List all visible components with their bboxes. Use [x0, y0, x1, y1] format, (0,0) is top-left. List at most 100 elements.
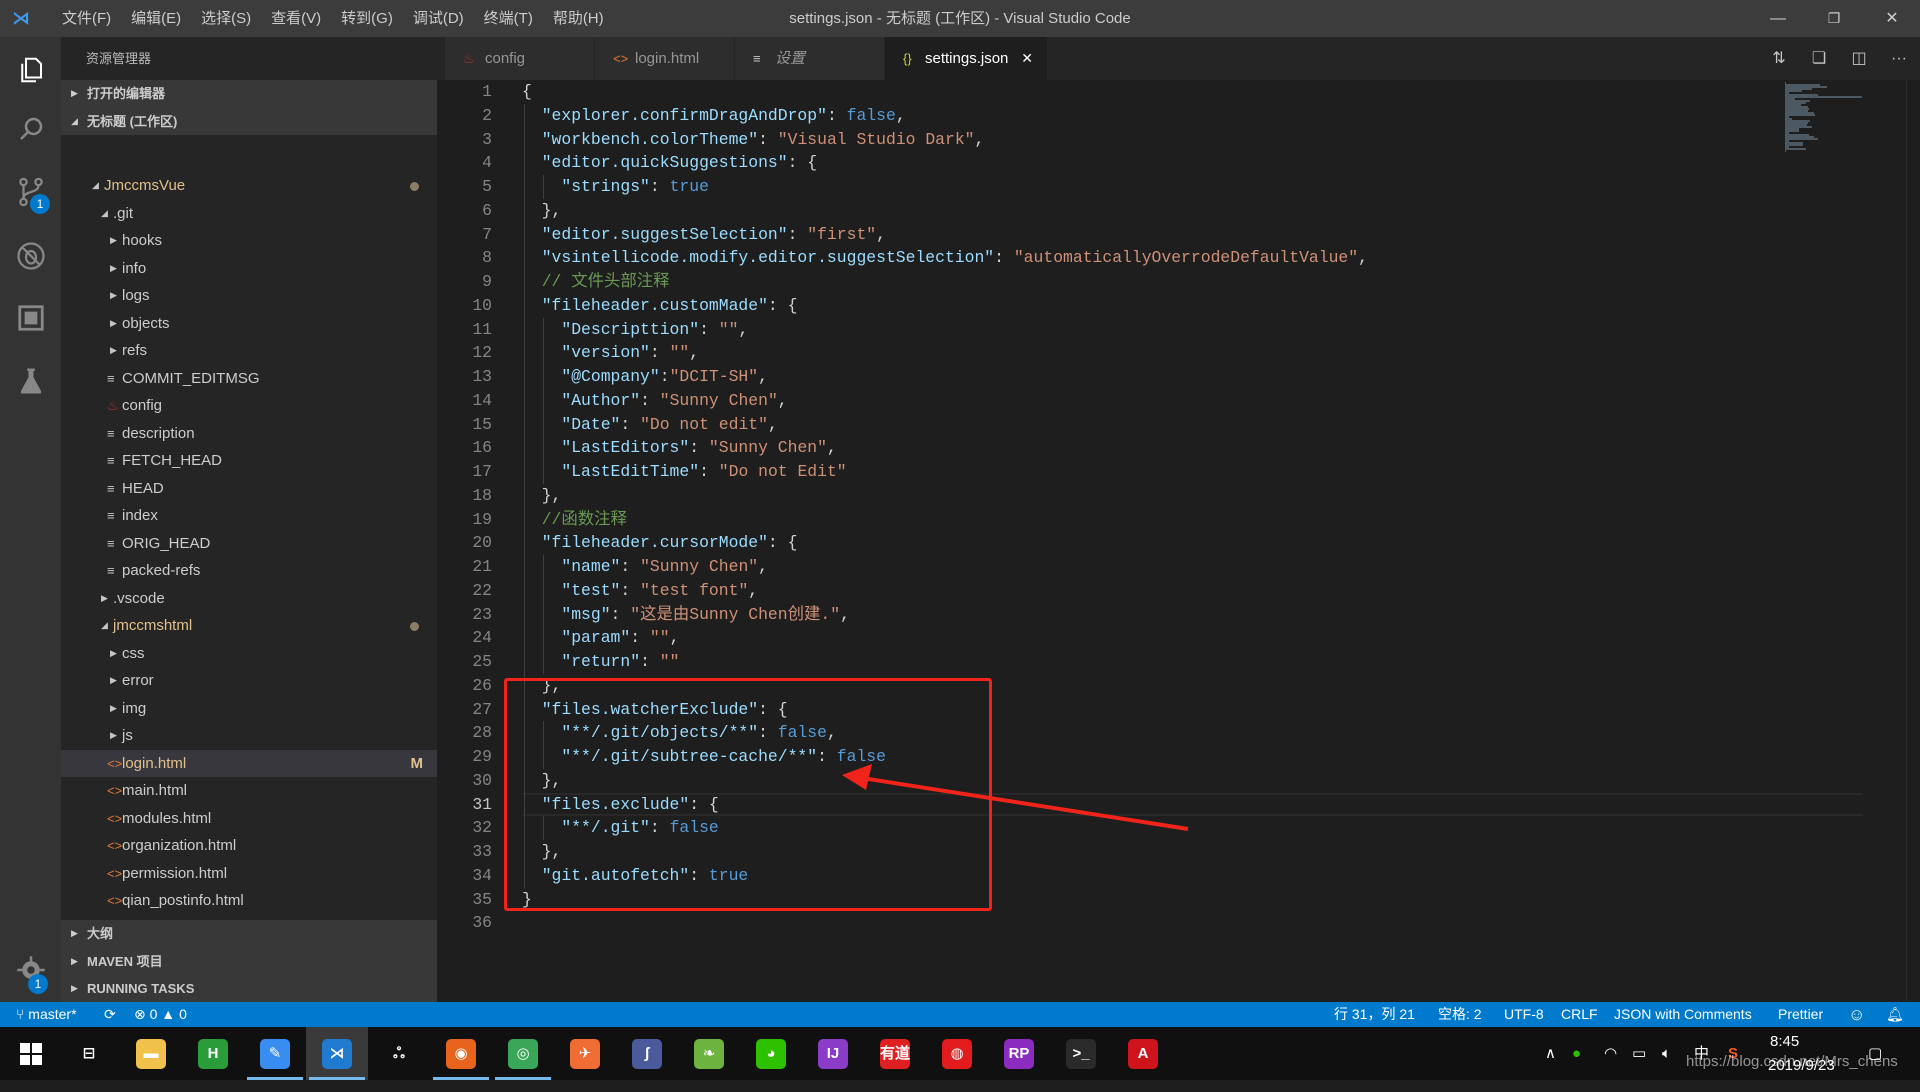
workspace-section[interactable]: ◢ 无标题 (工作区)	[61, 107, 437, 135]
collapsed-section[interactable]: ▶ RUNNING TASKS	[61, 975, 437, 1003]
tree-file[interactable]: ≡ COMMIT_EDITMSG	[61, 365, 437, 393]
feedback-smiley-icon[interactable]: ☺	[1848, 1002, 1865, 1027]
menu-item[interactable]: 文件(F)	[52, 0, 121, 37]
tree-folder[interactable]: ▶ objects	[61, 310, 437, 338]
menu-item[interactable]: 选择(S)	[191, 0, 261, 37]
taskbar-app-pdf-reader[interactable]: A	[1112, 1027, 1174, 1080]
tree-file[interactable]: <> modules.html	[61, 805, 437, 833]
action-center-icon[interactable]: ▢	[1868, 1027, 1882, 1080]
tree-item-label: modules.html	[122, 809, 212, 827]
tree-folder[interactable]: ▶ js	[61, 722, 437, 750]
menu-item[interactable]: 查看(V)	[261, 0, 331, 37]
sync-icon[interactable]: ⟳	[104, 1002, 116, 1027]
tree-file[interactable]: <> organization.html	[61, 832, 437, 860]
code-token: :	[758, 129, 778, 149]
split-editor-icon[interactable]: ◫	[1847, 47, 1871, 71]
collapsed-section[interactable]: ▶ 大纲	[61, 920, 437, 948]
tree-folder[interactable]: ▶ refs	[61, 337, 437, 365]
taskbar-app-vscode[interactable]: ⋊	[306, 1027, 368, 1080]
test-flask-icon[interactable]	[0, 353, 61, 409]
code-token: "Date"	[561, 414, 621, 434]
editor-tab[interactable]: ≡ 设置	[735, 37, 885, 80]
settings-gear-icon[interactable]: 1	[0, 942, 61, 998]
close-window-button[interactable]: ✕	[1864, 0, 1920, 37]
tree-folder[interactable]: ▶ .vscode	[61, 585, 437, 613]
battery-icon[interactable]: ▭	[1632, 1027, 1646, 1080]
taskbar-app-hbuilder[interactable]: H	[182, 1027, 244, 1080]
editor-tab[interactable]: {} settings.json ✕	[885, 37, 1048, 80]
minimize-button[interactable]: —	[1750, 0, 1806, 37]
taskbar-app-wechat[interactable]: ◕	[740, 1027, 802, 1080]
collapsed-section[interactable]: ▶ MAVEN 项目	[61, 947, 437, 975]
taskbar-app-notes[interactable]: ✎	[244, 1027, 306, 1080]
code-token: "这是由Sunny Chen创建."	[630, 604, 841, 624]
tree-file[interactable]: ≡ description	[61, 420, 437, 448]
branch-indicator[interactable]: ⑂ master*	[16, 1002, 77, 1027]
taskbar-app-intellij[interactable]: IJ	[802, 1027, 864, 1080]
open-settings-file-icon[interactable]: ❏	[1807, 47, 1831, 71]
explorer-icon[interactable]	[0, 42, 61, 98]
taskbar-app-axure-rp[interactable]: RP	[988, 1027, 1050, 1080]
tree-file[interactable]: ≡ FETCH_HEAD	[61, 447, 437, 475]
cursor-position[interactable]: 行 31，列 21	[1334, 1002, 1415, 1027]
wifi-icon[interactable]: ◠	[1604, 1027, 1617, 1080]
search-icon[interactable]	[0, 101, 61, 157]
tree-folder[interactable]: ▶ img	[61, 695, 437, 723]
tree-folder[interactable]: ◢ .git	[61, 200, 437, 228]
tree-file[interactable]: <> main.html	[61, 777, 437, 805]
more-actions-icon[interactable]: ···	[1887, 47, 1911, 71]
tree-file[interactable]: ≡ ORIG_HEAD	[61, 530, 437, 558]
tree-file[interactable]: ≡ HEAD	[61, 475, 437, 503]
taskbar-app-file-explorer[interactable]: ▬	[120, 1027, 182, 1080]
open-editors-section[interactable]: ▶ 打开的编辑器	[61, 80, 437, 108]
taskbar-app-postman[interactable]: ✈	[554, 1027, 616, 1080]
menu-item[interactable]: 编辑(E)	[121, 0, 191, 37]
tree-file[interactable]: <> permission.html	[61, 860, 437, 888]
tree-file[interactable]: <> qian_postinfo.html	[61, 887, 437, 915]
start-button[interactable]	[0, 1027, 62, 1080]
menu-item[interactable]: 帮助(H)	[543, 0, 614, 37]
wechat-tray-icon[interactable]: ●	[1572, 1027, 1581, 1080]
problems-indicator[interactable]: ⊗ 0 ▲ 0	[134, 1002, 187, 1027]
taskbar-app-navicat[interactable]: ஃ	[368, 1027, 430, 1080]
tree-folder[interactable]: ▶ hooks	[61, 227, 437, 255]
tree-folder[interactable]: ◢ jmccmshtml	[61, 612, 437, 640]
menu-item[interactable]: 调试(D)	[403, 0, 474, 37]
minimap[interactable]	[1785, 82, 1875, 152]
taskbar-app-spring-tool[interactable]: ❧	[678, 1027, 740, 1080]
encoding[interactable]: UTF-8	[1504, 1002, 1544, 1027]
restore-button[interactable]: ❐	[1806, 0, 1862, 37]
tree-folder[interactable]: ◢ JmccmsVue	[61, 172, 437, 200]
taskbar-app-youdao[interactable]: 有道	[864, 1027, 926, 1080]
tree-folder[interactable]: ▶ css	[61, 640, 437, 668]
notifications-bell-icon[interactable]: 🔔︎	[1886, 1002, 1904, 1027]
taskbar-app-mysql-workbench[interactable]: ʃ	[616, 1027, 678, 1080]
menu-item[interactable]: 终端(T)	[474, 0, 543, 37]
indentation[interactable]: 空格: 2	[1438, 1002, 1482, 1027]
editor-tab[interactable]: ♨ config	[445, 37, 595, 80]
source-control-icon[interactable]: 1	[0, 164, 61, 220]
tree-folder[interactable]: ▶ info	[61, 255, 437, 283]
taskbar-app-firefox[interactable]: ◉	[430, 1027, 492, 1080]
debug-icon[interactable]	[0, 228, 61, 284]
open-changes-icon[interactable]: ⇅	[1767, 47, 1791, 71]
volume-icon[interactable]: 🔈︎	[1662, 1027, 1671, 1080]
line-ending[interactable]: CRLF	[1561, 1002, 1598, 1027]
tree-file[interactable]: <> login.html M	[61, 749, 437, 777]
extensions-icon[interactable]	[0, 290, 61, 346]
taskbar-app-netease-music[interactable]: ◍	[926, 1027, 988, 1080]
tree-folder[interactable]: ▶ logs	[61, 282, 437, 310]
tray-expand-icon[interactable]: ∧	[1545, 1027, 1556, 1080]
close-tab-icon[interactable]: ✕	[1021, 37, 1033, 80]
menu-item[interactable]: 转到(G)	[331, 0, 403, 37]
taskbar-app-terminal[interactable]: >_	[1050, 1027, 1112, 1080]
tree-folder[interactable]: ▶ error	[61, 667, 437, 695]
taskbar-app-chrome[interactable]: ◎	[492, 1027, 554, 1080]
tree-file[interactable]: ≡ packed-refs	[61, 557, 437, 585]
tree-file[interactable]: ♨ config	[61, 392, 437, 420]
vertical-scrollbar[interactable]	[1906, 80, 1920, 1002]
language-mode[interactable]: JSON with Comments	[1614, 1002, 1752, 1027]
taskbar-app-task-view[interactable]: ⊟	[58, 1027, 120, 1080]
tree-file[interactable]: ≡ index	[61, 502, 437, 530]
editor-tab[interactable]: <> login.html	[595, 37, 735, 80]
